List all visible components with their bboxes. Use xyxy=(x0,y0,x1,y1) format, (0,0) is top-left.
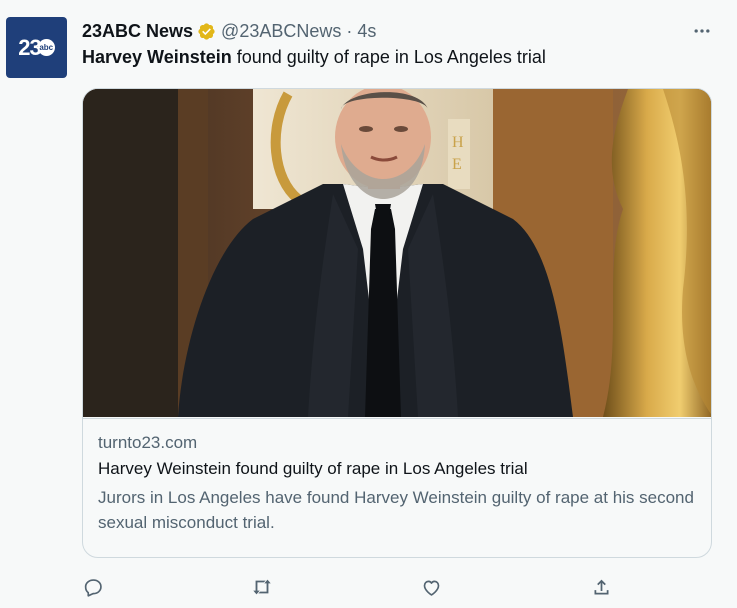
more-icon[interactable] xyxy=(691,20,713,42)
retweet-icon[interactable] xyxy=(251,576,273,598)
verified-badge-icon xyxy=(197,22,216,41)
like-icon[interactable] xyxy=(420,576,442,598)
svg-text:E: E xyxy=(452,156,462,173)
timestamp[interactable]: 4s xyxy=(357,21,376,42)
avatar[interactable]: 23 abc xyxy=(6,17,67,78)
tweet-text: Harvey Weinstein found guilty of rape in… xyxy=(82,47,546,68)
tweet-text-bold: Harvey Weinstein xyxy=(82,47,232,67)
tweet-header: 23ABC News @23ABCNews · 4s xyxy=(82,21,376,42)
author-name[interactable]: 23ABC News xyxy=(82,21,193,42)
card-description: Jurors in Los Angeles have found Harvey … xyxy=(98,488,694,532)
reply-icon[interactable] xyxy=(82,576,104,598)
separator: · xyxy=(346,21,353,41)
svg-text:H: H xyxy=(452,134,464,151)
card-image[interactable]: H E xyxy=(83,89,711,417)
link-card[interactable]: H E turnto23.com Harvey Weinstein found … xyxy=(82,88,712,558)
author-handle[interactable]: @23ABCNews xyxy=(221,21,341,42)
share-icon[interactable] xyxy=(590,576,612,598)
avatar-abc-badge: abc xyxy=(37,39,55,56)
card-body[interactable]: turnto23.com Harvey Weinstein found guil… xyxy=(83,418,711,547)
card-title: Harvey Weinstein found guilty of rape in… xyxy=(98,459,528,478)
action-bar xyxy=(82,576,622,600)
tweet-text-rest: found guilty of rape in Los Angeles tria… xyxy=(231,47,546,67)
tweet[interactable]: 23 abc 23ABC News @23ABCNews · 4s Harvey… xyxy=(0,0,737,608)
card-domain: turnto23.com xyxy=(98,433,198,452)
